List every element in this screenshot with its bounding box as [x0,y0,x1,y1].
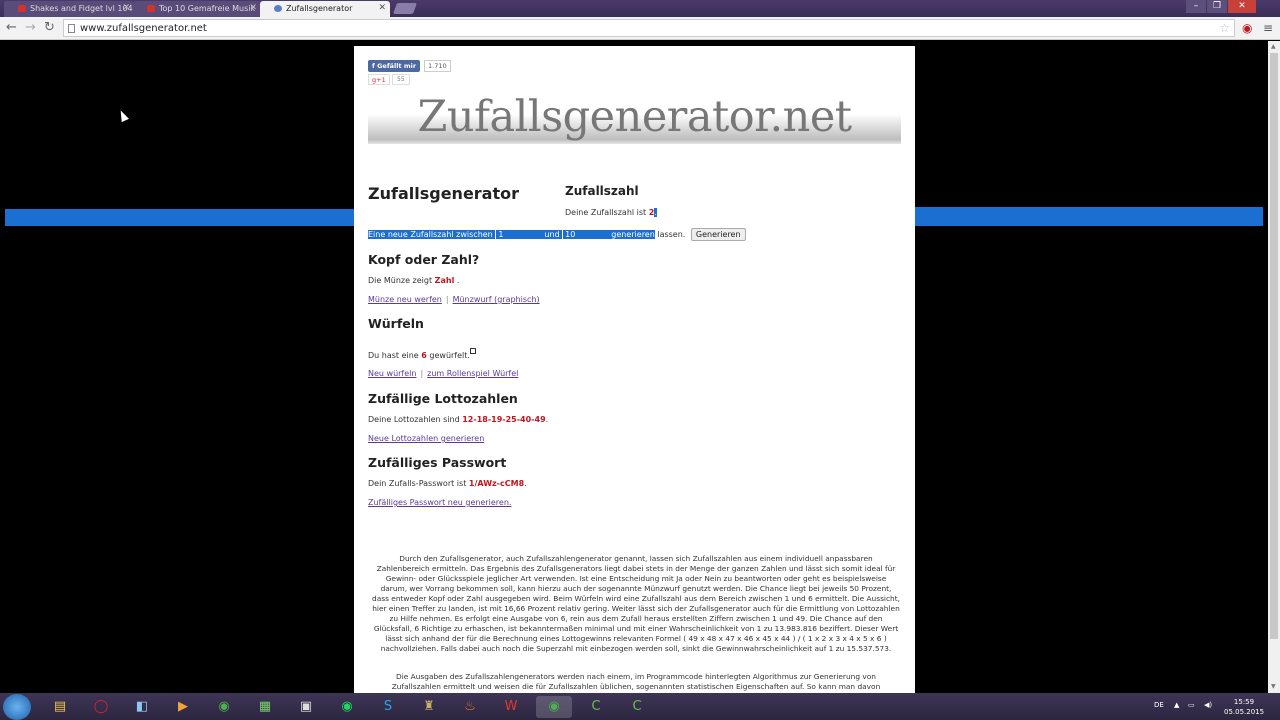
taskbar-clock[interactable]: 15:59 05.05.2015 [1224,697,1264,717]
coin-rethrow-link[interactable]: Münze neu werfen [368,295,442,304]
window-app-icon[interactable]: ▣ [288,696,324,718]
windows-start-button[interactable] [3,694,31,720]
web-viewport: f Gefällt mir 1.710 g+1 55 Zufallsgenera… [0,41,1268,693]
dice-heading: Würfeln [368,316,424,331]
facebook-like-button[interactable]: f Gefällt mir [368,60,421,72]
zufallszahl-heading: Zufallszahl [565,184,639,198]
dice-roleplay-link[interactable]: zum Rollenspiel Würfel [427,369,518,378]
google-plus-count: 55 [392,74,410,85]
description-paragraph: Die Ausgaben des Zufallszahlengenerators… [391,672,881,691]
lotto-regenerate-link[interactable]: Neue Lottozahlen generieren [368,434,484,443]
app-icon[interactable]: ◧ [124,696,160,718]
page-content: f Gefällt mir 1.710 g+1 55 Zufallsgenera… [354,46,915,693]
clock-time: 15:59 [1233,698,1255,706]
close-window-button[interactable]: ✕ [1228,0,1256,13]
globe-favicon-icon [274,5,282,12]
new-tab-button[interactable] [392,3,418,14]
browser-toolbar: ← → ↻ www.zufallsgenerator.net ☆ ◉ ≡ [0,17,1280,40]
page-icon [68,24,75,33]
file-explorer-icon[interactable]: ▤ [42,696,78,718]
page-scrollbar[interactable]: ▲ ▼ [1268,41,1280,693]
coin-result: Die Münze zeigt Zahl . [368,276,460,285]
zufallszahl-result: Deine Zufallszahl ist 2. [565,208,657,217]
tab-label: Shakes and Fidget lvl 104 [30,4,133,13]
extension-icon[interactable]: ◉ [1242,21,1252,35]
password-value: 1/AWz-cCM8 [468,479,525,488]
tab-shakes-and-fidget[interactable]: Shakes and Fidget lvl 104 ✕ [4,1,134,17]
scrollbar-thumb[interactable] [1270,53,1278,639]
volume-icon[interactable]: ◀) [1204,701,1212,709]
lotto-value: 12-18-19-25-40-49 [462,415,546,424]
range-to-input[interactable]: 10 [562,230,607,239]
clock-date: 05.05.2015 [1224,708,1265,716]
game-app-icon[interactable]: ♜ [411,696,447,718]
mouse-cursor-icon [117,108,129,123]
windows-taskbar: ▤ ◯ ◧ ▶ ◉ ▦ ▣ ◉ S ♜ ♨ W ◉ C C DE ▲ ▭ ◀) … [0,693,1280,720]
scroll-up-icon[interactable]: ▲ [1271,43,1276,50]
google-plus-button[interactable]: g+1 [368,74,390,85]
bookmark-star-icon[interactable]: ☆ [1219,21,1230,35]
tab-zufallsgenerator[interactable]: Zufallsgenerator ✕ [260,1,390,17]
password-heading: Zufälliges Passwort [368,455,507,470]
generate-button[interactable]: Generieren [690,228,746,241]
tab-top-10-gemafreie-musik[interactable]: Top 10 Gemafreie Musik ✕ [133,1,261,17]
lotto-links: Neue Lottozahlen generieren [368,434,484,443]
flame-app-icon[interactable]: ♨ [452,696,488,718]
lotto-result: Deine Lottozahlen sind 12-18-19-25-40-49… [368,415,549,424]
scroll-down-icon[interactable]: ▼ [1271,683,1276,690]
coin-links: Münze neu werfen | Münzwurf (graphisch) [368,295,540,304]
language-indicator[interactable]: DE [1154,701,1164,709]
lotto-heading: Zufällige Lottozahlen [368,391,518,406]
back-arrow-icon[interactable]: ← [6,21,17,35]
close-tab-icon[interactable]: ✕ [378,3,386,13]
password-links: Zufälliges Passwort neu generieren. [368,498,511,507]
grid-app-icon[interactable]: ▦ [247,696,283,718]
camtasia-icon[interactable]: C [578,696,614,718]
password-regenerate-link[interactable]: Zufälliges Passwort neu generieren. [368,498,511,507]
menu-hamburger-icon[interactable]: ≡ [1263,21,1273,35]
password-result: Dein Zufalls-Passwort ist 1/AWz-cCM8. [368,479,527,488]
tab-label: Zufallsgenerator [286,4,353,13]
page-title: Zufallsgenerator [368,184,520,203]
fb-like-label: Gefällt mir [377,62,417,70]
dice-image-icon [469,348,476,354]
dice-reroll-link[interactable]: Neu würfeln [368,369,416,378]
spotify-icon[interactable]: ◉ [329,696,365,718]
zufallszahl-range-row: Eine neue Zufallszahl zwischen 1 und 10 … [368,228,746,241]
skype-icon[interactable]: S [370,696,406,718]
forward-arrow-icon[interactable]: → [25,21,36,35]
wtf-app-icon[interactable]: W [493,696,529,718]
site-logo-title: Zufallsgenerator.net [417,92,852,142]
restore-window-button[interactable]: ❐ [1207,0,1227,13]
dice-links: Neu würfeln | zum Rollenspiel Würfel [368,369,519,378]
coin-value: Zahl [434,276,455,285]
dice-result: Du hast eine 6 gewürfelt. [368,348,476,360]
dice-value: 6 [421,351,427,360]
tray-expand-icon[interactable]: ▲ [1174,701,1179,709]
coin-graphic-link[interactable]: Münzwurf (graphisch) [453,295,540,304]
address-bar[interactable]: www.zufallsgenerator.net ☆ [63,19,1235,37]
opera-icon[interactable]: ◯ [83,696,119,718]
chrome-icon[interactable]: ◉ [206,696,242,718]
tab-bar: Shakes and Fidget lvl 104 ✕ Top 10 Gemaf… [0,0,1280,17]
range-from-input[interactable]: 1 [495,230,540,239]
facebook-like-count: 1.710 [424,60,451,72]
network-icon[interactable]: ▭ [1188,701,1195,709]
minimize-window-button[interactable]: – [1186,0,1206,13]
tab-label: Top 10 Gemafreie Musik [159,4,256,13]
youtube-favicon-icon [147,5,155,12]
youtube-favicon-icon [18,5,26,12]
media-player-icon[interactable]: ▶ [165,696,201,718]
close-tab-icon[interactable]: ✕ [122,3,130,13]
reload-icon[interactable]: ↻ [44,21,55,35]
chrome-active-icon[interactable]: ◉ [536,696,572,718]
close-tab-icon[interactable]: ✕ [249,3,257,13]
description-paragraph: Durch den Zufallsgenerator, auch Zufalls… [372,554,900,653]
coin-heading: Kopf oder Zahl? [368,252,480,267]
url-text: www.zufallsgenerator.net [80,23,207,34]
camtasia-recorder-icon[interactable]: C [619,696,655,718]
